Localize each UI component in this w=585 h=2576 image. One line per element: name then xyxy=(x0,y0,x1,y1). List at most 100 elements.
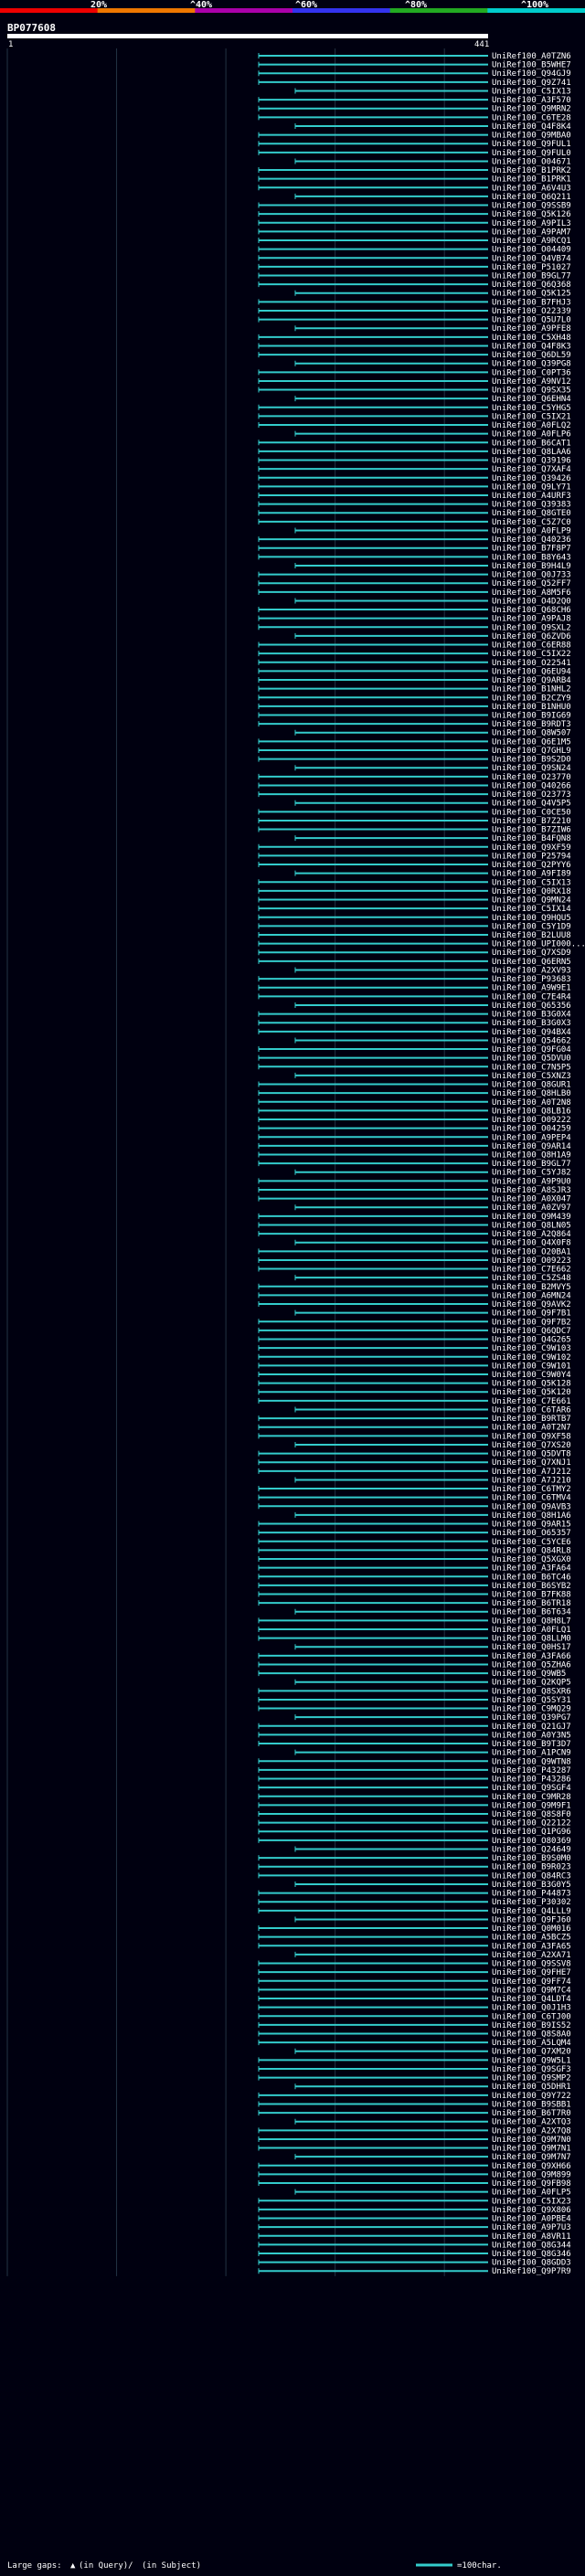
hit-label[interactable]: UniRef100_B2MVY5 xyxy=(492,1283,571,1292)
hit-label[interactable]: UniRef100_C5IX13 xyxy=(492,878,571,887)
hit-label[interactable]: UniRef100_Q65356 xyxy=(492,1002,571,1011)
hit-label[interactable]: UniRef100_Q2PYY6 xyxy=(492,861,571,870)
hit-label[interactable]: UniRef100_C7N5P5 xyxy=(492,1063,571,1072)
hit-label[interactable]: UniRef100_Q6QDC7 xyxy=(492,1327,571,1336)
hit-label[interactable]: UniRef100_B7Z210 xyxy=(492,817,571,826)
hit-label[interactable]: UniRef100_A0X047 xyxy=(492,1195,571,1204)
hit-label[interactable]: UniRef100_Q6EHN4 xyxy=(492,395,571,404)
hit-label[interactable]: UniRef100_Q4LLL9 xyxy=(492,1907,571,1916)
hit-label[interactable]: UniRef100_Q39PG8 xyxy=(492,360,571,369)
hit-label[interactable]: UniRef100_Q54662 xyxy=(492,1036,571,1045)
hit-label[interactable]: UniRef100_C5IX14 xyxy=(492,905,571,914)
hit-label[interactable]: UniRef100_C7E662 xyxy=(492,1266,571,1275)
hit-label[interactable]: UniRef100_Q9SSV8 xyxy=(492,1960,571,1969)
hit-label[interactable]: UniRef100_Q9SX35 xyxy=(492,387,571,396)
hit-label[interactable]: UniRef100_Q9XH66 xyxy=(492,2162,571,2171)
hit-label[interactable]: UniRef100_Q5DHR1 xyxy=(492,2083,571,2092)
hit-label[interactable]: UniRef100_Q9WTN8 xyxy=(492,1757,571,1766)
hit-label[interactable]: UniRef100_Q40236 xyxy=(492,535,571,545)
hit-label[interactable]: UniRef100_Q5DVU0 xyxy=(492,1055,571,1064)
hit-label[interactable]: UniRef100_Q6DL59 xyxy=(492,351,571,360)
hit-label[interactable]: UniRef100_Q9M7C4 xyxy=(492,1986,571,1995)
hit-label[interactable]: UniRef100_O20BA1 xyxy=(492,1247,571,1256)
hit-label[interactable]: UniRef100_Q24649 xyxy=(492,1845,571,1854)
hit-label[interactable]: UniRef100_Q5K125 xyxy=(492,290,571,299)
hit-label[interactable]: UniRef100_Q9MN24 xyxy=(492,896,571,906)
hit-label[interactable]: UniRef100_Q7XNJ1 xyxy=(492,1458,571,1468)
hit-label[interactable]: UniRef100_Q8GUR1 xyxy=(492,1081,571,1090)
hit-label[interactable]: UniRef100_Q7XSD9 xyxy=(492,949,571,958)
hit-label[interactable]: UniRef100_C5ZS48 xyxy=(492,1274,571,1283)
hit-label[interactable]: UniRef100_Q0RX18 xyxy=(492,887,571,896)
hit-label[interactable]: UniRef100_Q9MBA0 xyxy=(492,132,571,141)
hit-label[interactable]: UniRef100_B9S0M0 xyxy=(492,1854,571,1863)
hit-label[interactable]: UniRef100_C5YCE6 xyxy=(492,1538,571,1547)
hit-label[interactable]: UniRef100_O23770 xyxy=(492,773,571,782)
hit-label[interactable]: UniRef100_Q2KQP5 xyxy=(492,1679,571,1688)
hit-label[interactable]: UniRef100_Q9FHE7 xyxy=(492,1968,571,1977)
hit-label[interactable]: UniRef100_B2LUU8 xyxy=(492,931,571,940)
hit-label[interactable]: UniRef100_O4D2Q0 xyxy=(492,597,571,606)
hit-label[interactable]: UniRef100_Q0J733 xyxy=(492,571,571,580)
hit-label[interactable]: UniRef100_Q9W5L1 xyxy=(492,2056,571,2065)
hit-label[interactable]: UniRef100_B9T3D7 xyxy=(492,1740,571,1749)
hit-label[interactable]: UniRef100_Q9M899 xyxy=(492,2170,571,2179)
hit-label[interactable]: UniRef100_Q52FF7 xyxy=(492,579,571,588)
hit-label[interactable]: UniRef100_Q9XF58 xyxy=(492,1432,571,1441)
hit-label[interactable]: UniRef100_Q5K126 xyxy=(492,210,571,219)
hit-label[interactable]: UniRef100_Q6Q211 xyxy=(492,193,571,202)
hit-label[interactable]: UniRef100_Q9FUL1 xyxy=(492,140,571,149)
hit-label[interactable]: UniRef100_O04259 xyxy=(492,1125,571,1134)
hit-label[interactable]: UniRef100_Q8LLM0 xyxy=(492,1635,571,1644)
hit-label[interactable]: UniRef100_Q8HLB0 xyxy=(492,1089,571,1098)
hit-label[interactable]: UniRef100_B1NHL2 xyxy=(492,685,571,694)
hit-label[interactable]: UniRef100_P43286 xyxy=(492,1776,571,1785)
hit-label[interactable]: UniRef100_Q7GHL9 xyxy=(492,747,571,756)
hit-label[interactable]: UniRef100_A1PCN9 xyxy=(492,1749,571,1758)
hit-label[interactable]: UniRef100_A9PEP4 xyxy=(492,1133,571,1142)
hit-label[interactable]: UniRef100_A9PAM7 xyxy=(492,228,571,237)
hit-label[interactable]: UniRef100_C5IX22 xyxy=(492,650,571,659)
hit-label[interactable]: UniRef100_Q9M9F1 xyxy=(492,1801,571,1810)
hit-label[interactable]: UniRef100_Q9LY71 xyxy=(492,482,571,492)
hit-label[interactable]: UniRef100_A9P7U3 xyxy=(492,2223,571,2232)
hit-label[interactable]: UniRef100_Q8LB16 xyxy=(492,1107,571,1116)
hit-label[interactable]: UniRef100_Q4V5P5 xyxy=(492,800,571,809)
hit-label[interactable]: UniRef100_B7ZIW6 xyxy=(492,826,571,835)
hit-label[interactable]: UniRef100_C5XH48 xyxy=(492,334,571,343)
hit-label[interactable]: UniRef100_Q39196 xyxy=(492,457,571,466)
hit-label[interactable]: UniRef100_A9P9U0 xyxy=(492,1177,571,1186)
hit-label[interactable]: UniRef100_Q8LN05 xyxy=(492,1221,571,1230)
hit-label[interactable]: UniRef100_Q94BX4 xyxy=(492,1028,571,1037)
hit-label[interactable]: UniRef100_C5IX23 xyxy=(492,2197,571,2206)
hit-label[interactable]: UniRef100_Q4F8K3 xyxy=(492,342,571,351)
hit-label[interactable]: UniRef100_A9PAJ8 xyxy=(492,615,571,624)
hit-label[interactable]: UniRef100_A6MN24 xyxy=(492,1291,571,1300)
hit-label[interactable]: UniRef100_A7J212 xyxy=(492,1468,571,1477)
hit-label[interactable]: UniRef100_Q68CH6 xyxy=(492,606,571,615)
hit-label[interactable]: UniRef100_A8M5F6 xyxy=(492,588,571,598)
hit-label[interactable]: UniRef100_B9SBB1 xyxy=(492,2100,571,2109)
hit-label[interactable]: UniRef100_A9FI89 xyxy=(492,870,571,879)
hit-label[interactable]: UniRef100_Q5ZHA6 xyxy=(492,1660,571,1670)
hit-label[interactable]: UniRef100_C7E661 xyxy=(492,1397,571,1406)
hit-label[interactable]: UniRef100_P51027 xyxy=(492,263,571,272)
hit-label[interactable]: UniRef100_A0T2N8 xyxy=(492,1098,571,1108)
hit-label[interactable]: UniRef100_Q8H8L7 xyxy=(492,1617,571,1626)
hit-label[interactable]: UniRef100_Q9WB5 xyxy=(492,1670,566,1679)
hit-label[interactable]: UniRef100_Q39426 xyxy=(492,474,571,483)
hit-label[interactable]: UniRef100_C5YJ82 xyxy=(492,1169,571,1178)
hit-label[interactable]: UniRef100_O09223 xyxy=(492,1256,571,1266)
hit-label[interactable]: UniRef100_Q9FUL0 xyxy=(492,149,571,158)
hit-label[interactable]: UniRef100_A0PBE4 xyxy=(492,2215,571,2224)
hit-label[interactable]: UniRef100_B6TR18 xyxy=(492,1599,571,1608)
hit-label[interactable]: UniRef100_Q9X806 xyxy=(492,2206,571,2215)
hit-label[interactable]: UniRef100_B6CAT1 xyxy=(492,439,571,448)
hit-label[interactable]: UniRef100_A0FLP6 xyxy=(492,430,571,440)
hit-label[interactable]: UniRef100_Q39PG7 xyxy=(492,1713,571,1723)
hit-label[interactable]: UniRef100_P93683 xyxy=(492,975,571,984)
hit-label[interactable]: UniRef100_B1PRK2 xyxy=(492,166,571,175)
hit-label[interactable]: UniRef100_Q8SXR6 xyxy=(492,1687,571,1696)
hit-label[interactable]: UniRef100_Q9Z741 xyxy=(492,79,571,88)
hit-label[interactable]: UniRef100_B9H4L9 xyxy=(492,562,571,571)
